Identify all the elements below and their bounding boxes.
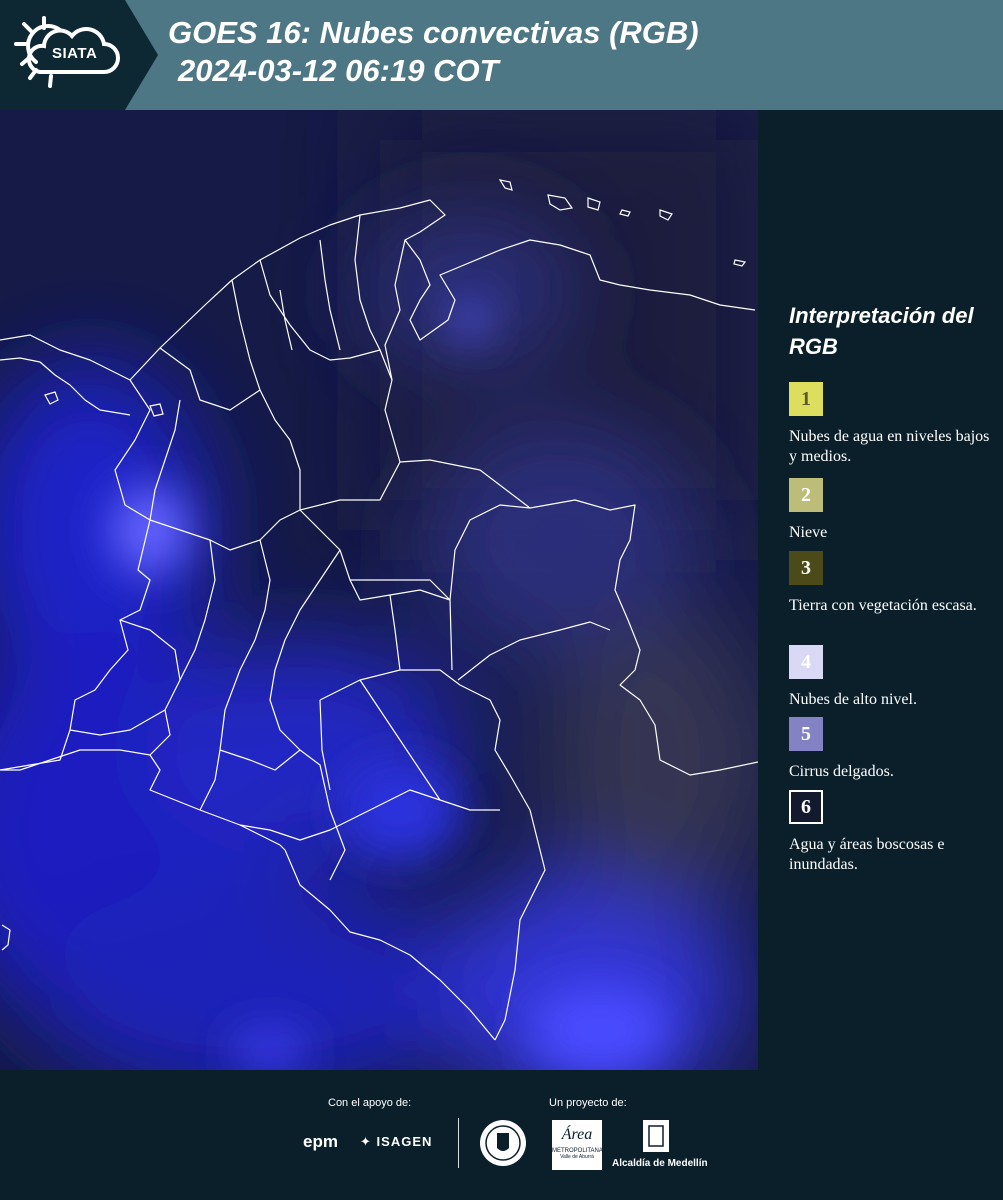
- legend-item-1: 1 Nubes de agua en niveles bajos y medio…: [789, 382, 999, 467]
- alcaldia-text[interactable]: Alcaldía de Medellín: [612, 1158, 708, 1169]
- legend-label-4: Nubes de alto nivel.: [789, 691, 917, 708]
- legend-swatch-2: 2: [789, 478, 823, 512]
- legend-swatch-4: 4: [789, 645, 823, 679]
- satellite-map[interactable]: [0, 110, 758, 1070]
- medellin-seal-icon[interactable]: [478, 1118, 528, 1168]
- epm-text: epm: [303, 1132, 338, 1151]
- header-bar: SIATA GOES 16: Nubes convectivas (RGB) 2…: [0, 0, 1003, 110]
- project-label: Un proyecto de:: [549, 1097, 627, 1109]
- area-metropolitana-logo[interactable]: Área METROPOLITANA Valle de Aburrá: [552, 1120, 603, 1170]
- satellite-rgb-image: [0, 110, 758, 1070]
- isagen-logo[interactable]: ✦ ISAGEN: [360, 1134, 432, 1150]
- page-title: GOES 16: Nubes convectivas (RGB) 2024-03…: [168, 14, 699, 90]
- legend-item-5: 5 Cirrus delgados.: [789, 717, 999, 782]
- epm-logo[interactable]: epm: [303, 1132, 338, 1152]
- legend-swatch-5: 5: [789, 717, 823, 751]
- legend-swatch-3: 3: [789, 551, 823, 585]
- area-sub2-text: Valle de Aburrá: [560, 1154, 594, 1160]
- legend-item-6: 6 Agua y áreas boscosas e inundadas.: [789, 790, 999, 875]
- legend-title: Interpretación del RGB: [789, 303, 974, 359]
- legend-label-6: Agua y áreas boscosas e inundadas.: [789, 836, 945, 873]
- area-text: Área: [561, 1126, 593, 1143]
- legend-item-3: 3 Tierra con vegetación escasa.: [789, 551, 999, 616]
- legend-swatch-6: 6: [789, 790, 823, 824]
- legend-swatch-1: 1: [789, 382, 823, 416]
- logo-text: SIATA: [52, 45, 98, 62]
- legend-item-4: 4 Nubes de alto nivel.: [789, 645, 999, 710]
- alcaldia-shield-icon: [643, 1120, 669, 1152]
- support-label: Con el apoyo de:: [328, 1097, 412, 1109]
- footer-bar: Con el apoyo de: Un proyecto de: epm ✦ I…: [0, 1070, 1003, 1200]
- legend-item-2: 2 Nieve: [789, 478, 999, 543]
- footer-separator: [458, 1118, 459, 1168]
- legend-panel: Interpretación del RGB 1 Nubes de agua e…: [775, 110, 1003, 1070]
- legend-label-5: Cirrus delgados.: [789, 763, 894, 780]
- legend-label-2: Nieve: [789, 524, 828, 541]
- isagen-star-icon: ✦: [360, 1134, 372, 1149]
- siata-logo[interactable]: SIATA: [0, 0, 158, 110]
- legend-label-1: Nubes de agua en niveles bajos y medios.: [789, 428, 990, 465]
- title-line-2: 2024-03-12 06:19 COT: [178, 53, 499, 88]
- legend-label-3: Tierra con vegetación escasa.: [789, 597, 977, 614]
- title-line-1: GOES 16: Nubes convectivas (RGB): [168, 15, 699, 50]
- isagen-text: ISAGEN: [376, 1134, 433, 1149]
